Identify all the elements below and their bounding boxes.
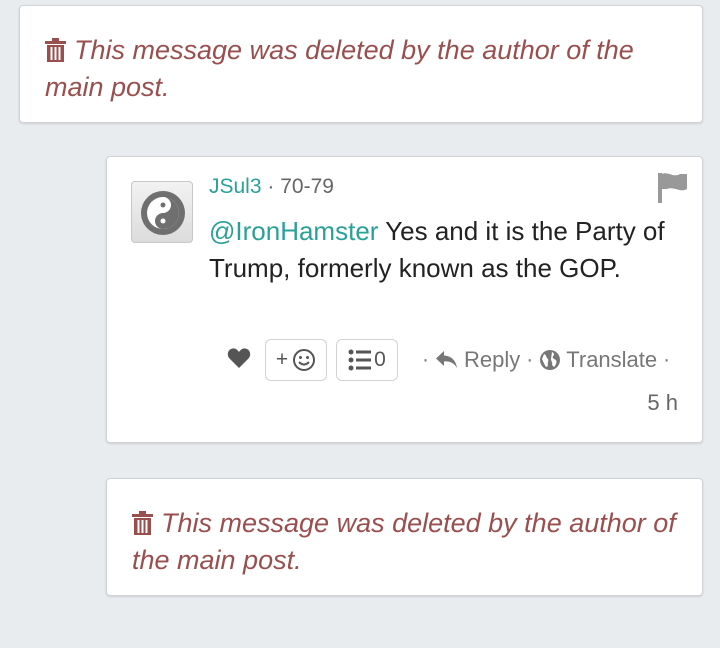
list-icon [348, 349, 372, 371]
globe-icon [540, 350, 561, 370]
comment-meta: JSul3 · 70-79 [209, 175, 334, 199]
list-count: 0 [374, 348, 386, 371]
reply-label: Reply [464, 347, 521, 372]
deleted-message: This message was deleted by the author o… [132, 505, 692, 579]
meta-separator: · [267, 175, 275, 198]
flag-icon[interactable] [656, 171, 688, 208]
translate-button[interactable]: Translate [539, 347, 657, 373]
avatar-yin-yang-icon [141, 191, 185, 235]
trash-icon [45, 35, 66, 62]
add-reaction-button[interactable]: + [265, 339, 327, 381]
avatar[interactable] [131, 181, 193, 243]
author-name[interactable]: JSul3 [209, 175, 262, 198]
action-separator: · [422, 348, 429, 371]
comment-card: JSul3 · 70-79 @IronHamster Yes and it is… [106, 156, 703, 443]
add-reaction-plus: + [275, 348, 289, 371]
deleted-message-card: This message was deleted by the author o… [106, 478, 703, 596]
comment-timestamp[interactable]: 5 h [647, 390, 678, 416]
deleted-message-card: This message was deleted by the author o… [19, 5, 703, 123]
mention-link[interactable]: @IronHamster [209, 216, 378, 246]
trash-icon [132, 508, 153, 535]
comment-actions: + 0 · Reply · Translate · [227, 339, 676, 381]
list-button[interactable]: 0 [336, 339, 398, 381]
age-range: 70-79 [280, 175, 334, 198]
reply-button[interactable]: Reply [435, 347, 520, 373]
action-separator: · [663, 348, 671, 371]
deleted-message-text: This message was deleted by the author o… [132, 508, 676, 575]
reply-arrow-icon [436, 351, 457, 368]
action-separator: · [526, 348, 534, 371]
deleted-message: This message was deleted by the author o… [45, 32, 695, 106]
emoji-icon [293, 349, 316, 371]
comment-body: @IronHamster Yes and it is the Party of … [209, 213, 679, 287]
heart-icon[interactable] [227, 347, 251, 374]
translate-label: Translate [566, 347, 658, 372]
deleted-message-text: This message was deleted by the author o… [45, 35, 634, 102]
